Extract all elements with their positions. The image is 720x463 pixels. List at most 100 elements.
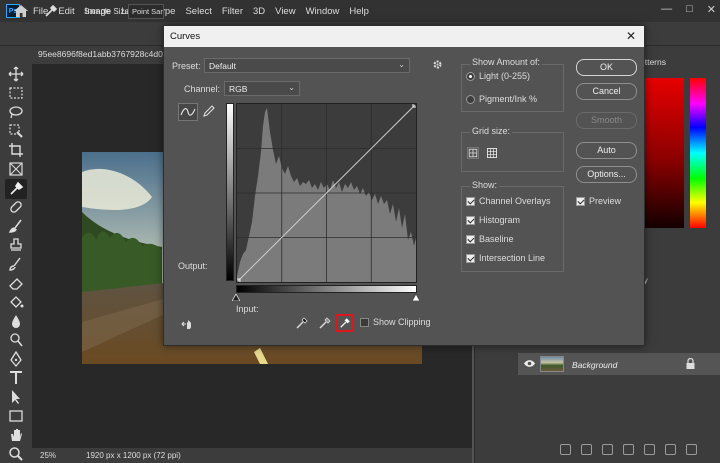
chevron-down-icon: ⌄ [288,83,295,92]
lock-icon[interactable] [686,358,695,369]
curve-graph[interactable] [235,102,418,284]
home-icon[interactable] [14,5,28,17]
delete-layer-icon[interactable] [686,444,697,455]
channel-value: RGB [229,84,248,94]
auto-button[interactable]: Auto [576,142,637,159]
close-window-icon[interactable]: ✕ [707,3,716,16]
intersection-line-checkbox[interactable] [466,254,475,263]
input-label: Input: [236,304,259,314]
hue-slider[interactable] [690,78,706,228]
hand-tool-icon[interactable] [8,427,24,443]
layer-style-icon[interactable] [581,444,592,455]
input-gradient-bar [236,285,417,293]
output-gradient-bar [226,103,234,281]
layer-name[interactable]: Background [572,360,617,370]
options-button[interactable]: Options... [576,166,637,183]
maximize-icon[interactable]: □ [686,3,693,16]
light-radio[interactable] [466,72,475,81]
document-size-info: 1920 px x 1200 px (72 ppi) [86,451,181,460]
close-icon[interactable]: ✕ [626,29,636,43]
lasso-tool-icon[interactable] [8,104,24,120]
baseline-label: Baseline [479,234,514,244]
show-title: Show: [470,180,500,190]
adjustment-layer-icon[interactable] [623,444,634,455]
cancel-button[interactable]: Cancel [576,83,637,100]
blur-tool-icon[interactable] [8,313,24,329]
new-group-icon[interactable] [644,444,655,455]
menu-filter[interactable]: Filter [217,6,248,17]
gray-point-eyedropper-icon[interactable] [318,316,332,330]
document-tab[interactable]: 95ee8696f8ed1abb3767928c4d0c [38,49,167,59]
eyedropper-tool-preset-icon[interactable] [44,4,58,18]
smooth-button[interactable]: Smooth [576,112,637,129]
window-controls: — □ ✕ [661,3,716,16]
type-tool-icon[interactable] [8,370,24,386]
eye-icon[interactable] [524,359,535,368]
preset-select[interactable]: Default ⌄ [204,58,410,73]
eyedropper-icon [10,181,24,195]
sample-size-label: Sample Size: [84,7,132,16]
dialog-title: Curves [170,31,201,42]
new-layer-icon[interactable] [665,444,676,455]
marquee-tool-icon[interactable] [8,85,24,101]
white-point-slider[interactable] [412,294,420,301]
light-label: Light (0-255) [479,71,531,81]
link-layers-icon[interactable] [560,444,571,455]
baseline-checkbox[interactable] [466,235,475,244]
sample-size-select[interactable]: Point San [128,4,164,19]
active-eyedropper-tool[interactable] [5,179,27,199]
frame-tool-icon[interactable] [8,161,24,177]
black-point-slider[interactable] [232,294,240,301]
chevron-down-icon: ⌄ [398,60,405,69]
history-brush-icon[interactable] [8,256,24,272]
pencil-icon[interactable] [202,104,216,118]
brush-tool-icon[interactable] [8,218,24,234]
path-selection-icon[interactable] [8,389,24,405]
menu-3d[interactable]: 3D [248,6,270,17]
color-picker-field[interactable] [640,78,684,228]
zoom-tool-icon[interactable] [8,446,24,462]
histogram-label: Histogram [479,215,521,225]
on-image-adjust-icon[interactable] [181,318,195,330]
preview-checkbox[interactable] [576,197,585,206]
healing-brush-icon[interactable] [8,199,24,215]
dodge-tool-icon[interactable] [8,332,24,348]
tools-panel [0,46,32,463]
black-point-eyedropper-icon[interactable] [295,316,309,330]
dialog-titlebar[interactable] [164,26,644,47]
channel-label: Channel: [184,84,221,94]
white-point-eyedropper-icon [340,318,350,328]
show-clipping-checkbox[interactable] [360,318,369,327]
curves-dialog: Curves ✕ Preset: Default ⌄ Channel: RGB … [163,25,645,346]
histogram-checkbox[interactable] [466,216,475,225]
clone-stamp-icon[interactable] [8,237,24,253]
paint-bucket-icon[interactable] [8,294,24,310]
output-label: Output: [178,261,208,271]
crop-tool-icon[interactable] [8,142,24,158]
menu-view[interactable]: View [270,6,300,17]
channel-select[interactable]: RGB ⌄ [224,81,300,96]
menu-window[interactable]: Window [301,6,345,17]
add-mask-icon[interactable] [602,444,613,455]
minimize-icon[interactable]: — [661,3,672,16]
detailed-grid-icon[interactable] [486,147,498,159]
menu-select[interactable]: Select [180,6,216,17]
gear-icon[interactable] [432,59,443,70]
ok-button[interactable]: OK [576,59,637,76]
white-point-eyedropper-button[interactable] [336,314,354,332]
layer-thumbnail [540,356,564,372]
channel-overlays-label: Channel Overlays [479,196,551,206]
pigment-radio[interactable] [466,95,475,104]
menu-help[interactable]: Help [344,6,374,17]
rectangle-tool-icon[interactable] [8,408,24,424]
eraser-tool-icon[interactable] [8,275,24,291]
layers-panel-actions [560,444,710,456]
zoom-level[interactable]: 25% [40,451,56,460]
edit-points-curve-button[interactable] [178,103,198,121]
simple-grid-icon[interactable] [467,147,479,159]
quick-selection-tool-icon[interactable] [8,123,24,139]
move-tool-icon[interactable] [8,66,24,82]
channel-overlays-checkbox[interactable] [466,197,475,206]
pigment-label: Pigment/Ink % [479,94,538,104]
pen-tool-icon[interactable] [8,351,24,367]
